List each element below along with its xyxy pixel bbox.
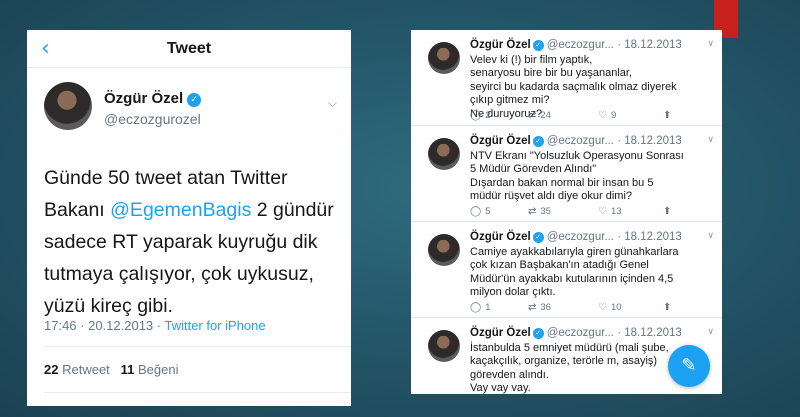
reply-button[interactable]: ◯ 1	[470, 302, 491, 313]
retweet-button[interactable]: ⇄ 36	[528, 302, 551, 313]
reply-icon: ◯	[470, 302, 482, 313]
tweet-header: Özgür Özel ✓ @eczozgur... · 18.12.2013	[470, 39, 682, 51]
like-button[interactable]: ♡ 10	[598, 302, 622, 313]
share-icon: ⬆	[663, 110, 672, 121]
verified-badge-icon: ✓	[187, 93, 202, 107]
divider	[44, 392, 351, 393]
tweet-date: · 18.12.2013	[617, 135, 682, 147]
author-handle[interactable]: @eczozgur...	[547, 39, 614, 51]
verified-badge-icon: ✓	[532, 232, 544, 243]
like-count: 10	[610, 302, 622, 313]
heart-icon: ♡	[598, 206, 607, 217]
timeline-screenshot: Özgür Özel ✓ @eczozgur... · 18.12.2013 ∨ V…	[411, 30, 722, 394]
tweet-actions: ◯ 2 ⇄ 24 ♡ 9 ⬆	[470, 110, 710, 124]
retweet-button[interactable]: ⇄ 24	[528, 110, 551, 121]
verified-badge-icon: ✓	[532, 328, 544, 339]
tweet-header: Özgür Özel ✓ @eczozgur... · 18.12.2013	[470, 327, 682, 339]
timeline-tweet[interactable]: Özgür Özel ✓ @eczozgur... · 18.12.2013 ∨ C…	[411, 222, 722, 318]
heart-icon: ♡	[598, 110, 607, 121]
tweet-detail-screenshot: ‹ Tweet Özgür Özel ✓ @eczozgurozel ⌵ Günd…	[27, 30, 351, 406]
reply-button[interactable]: ◯ 5	[470, 206, 491, 217]
chevron-down-icon[interactable]: ∨	[707, 135, 714, 145]
author-name[interactable]: Özgür Özel	[470, 39, 531, 51]
avatar[interactable]	[428, 330, 460, 362]
like-button[interactable]: ♡ 9	[598, 110, 616, 121]
author-handle[interactable]: @eczozgur...	[547, 231, 614, 243]
share-icon: ⬆	[663, 302, 672, 313]
avatar[interactable]	[428, 138, 460, 170]
retweet-icon: ⇄	[528, 110, 537, 121]
avatar[interactable]	[428, 234, 460, 266]
reply-button[interactable]: ◯ 2	[470, 110, 491, 121]
retweet-count[interactable]: 22	[44, 362, 58, 377]
author-name[interactable]: Özgür Özel	[470, 231, 531, 243]
retweet-icon: ⇄	[528, 206, 537, 217]
author-name[interactable]: Özgür Özel ✓	[104, 90, 202, 107]
tweet-date: · 18.12.2013	[617, 39, 682, 51]
retweet-count: 36	[540, 302, 551, 313]
tweet-actions: ◯ 1 ⇄ 36 ♡ 10 ⬆	[470, 302, 710, 316]
divider	[44, 346, 351, 347]
timeline-tweet[interactable]: Özgür Özel ✓ @eczozgur... · 18.12.2013 ∨ N…	[411, 126, 722, 222]
retweet-count: 24	[540, 110, 551, 121]
tweet-source-link[interactable]: Twitter for iPhone	[164, 318, 265, 333]
tweet-header: Özgür Özel ✓ @eczozgur... · 18.12.2013	[470, 231, 682, 243]
like-label[interactable]: Beğeni	[138, 362, 178, 377]
chevron-down-icon[interactable]: ∨	[707, 327, 714, 337]
retweet-label[interactable]: Retweet	[62, 362, 110, 377]
retweet-count: 35	[540, 206, 551, 217]
page-title: Tweet	[166, 40, 212, 57]
share-button[interactable]: ⬆	[663, 110, 675, 121]
tweet-date: · 18.12.2013	[617, 327, 682, 339]
tweet-author: Özgür Özel ✓ @eczozgurozel ⌵	[27, 68, 351, 134]
reply-count: 2	[485, 110, 491, 121]
like-count: 13	[610, 206, 622, 217]
author-handle[interactable]: @eczozgurozel	[104, 111, 201, 127]
chevron-down-icon[interactable]: ⌵	[328, 96, 337, 111]
tweet-text: Camiye ayakkabılarıyla giren günahkarlar…	[470, 246, 679, 299]
like-count: 9	[610, 110, 617, 121]
reply-count: 1	[485, 302, 491, 313]
chevron-down-icon[interactable]: ∨	[707, 39, 714, 49]
tweet-actions: ◯ 5 ⇄ 35 ♡ 13 ⬆	[470, 206, 710, 220]
reply-icon: ◯	[470, 206, 482, 217]
tweet-text: NTV Ekranı "Yolsuzluk Operasyonu Sonrası…	[470, 150, 684, 203]
timeline-tweet[interactable]: Özgür Özel ✓ @eczozgur... · 18.12.2013 ∨ V…	[411, 30, 722, 126]
tweet-text: Günde 50 tweet atan Twitter Bakanı @Egem…	[44, 162, 344, 322]
reply-icon: ◯	[470, 110, 482, 121]
tweet-timestamp: 17:46 · 20.12.2013 ·	[44, 318, 165, 333]
author-handle[interactable]: @eczozgur...	[547, 135, 614, 147]
like-count[interactable]: 11	[121, 362, 135, 377]
verified-badge-icon: ✓	[532, 40, 544, 51]
author-name[interactable]: Özgür Özel	[470, 327, 531, 339]
compose-feather-icon[interactable]: ✎	[668, 345, 710, 387]
avatar[interactable]	[44, 82, 92, 130]
tweet-header: Özgür Özel ✓ @eczozgur... · 18.12.2013	[470, 135, 682, 147]
tweet-header: ‹ Tweet	[27, 30, 351, 68]
retweet-icon: ⇄	[528, 302, 537, 313]
share-button[interactable]: ⬆	[663, 206, 675, 217]
author-name[interactable]: Özgür Özel	[470, 135, 531, 147]
retweet-button[interactable]: ⇄ 35	[528, 206, 551, 217]
tweet-date: · 18.12.2013	[617, 231, 682, 243]
avatar[interactable]	[428, 42, 460, 74]
like-button[interactable]: ♡ 13	[598, 206, 622, 217]
tweet-meta: 17:46 · 20.12.2013 · Twitter for iPhone	[44, 318, 266, 333]
heart-icon: ♡	[598, 302, 607, 313]
chevron-down-icon[interactable]: ∨	[707, 231, 714, 241]
reply-count: 5	[485, 206, 491, 217]
mention-link[interactable]: @EgemenBagis	[110, 199, 251, 221]
share-button[interactable]: ⬆	[663, 302, 675, 313]
author-handle[interactable]: @eczozgur...	[547, 327, 614, 339]
share-icon: ⬆	[663, 206, 672, 217]
verified-badge-icon: ✓	[532, 136, 544, 147]
author-name-text[interactable]: Özgür Özel	[104, 90, 183, 107]
tweet-stats: 22 Retweet 11 Beğeni	[44, 362, 179, 377]
